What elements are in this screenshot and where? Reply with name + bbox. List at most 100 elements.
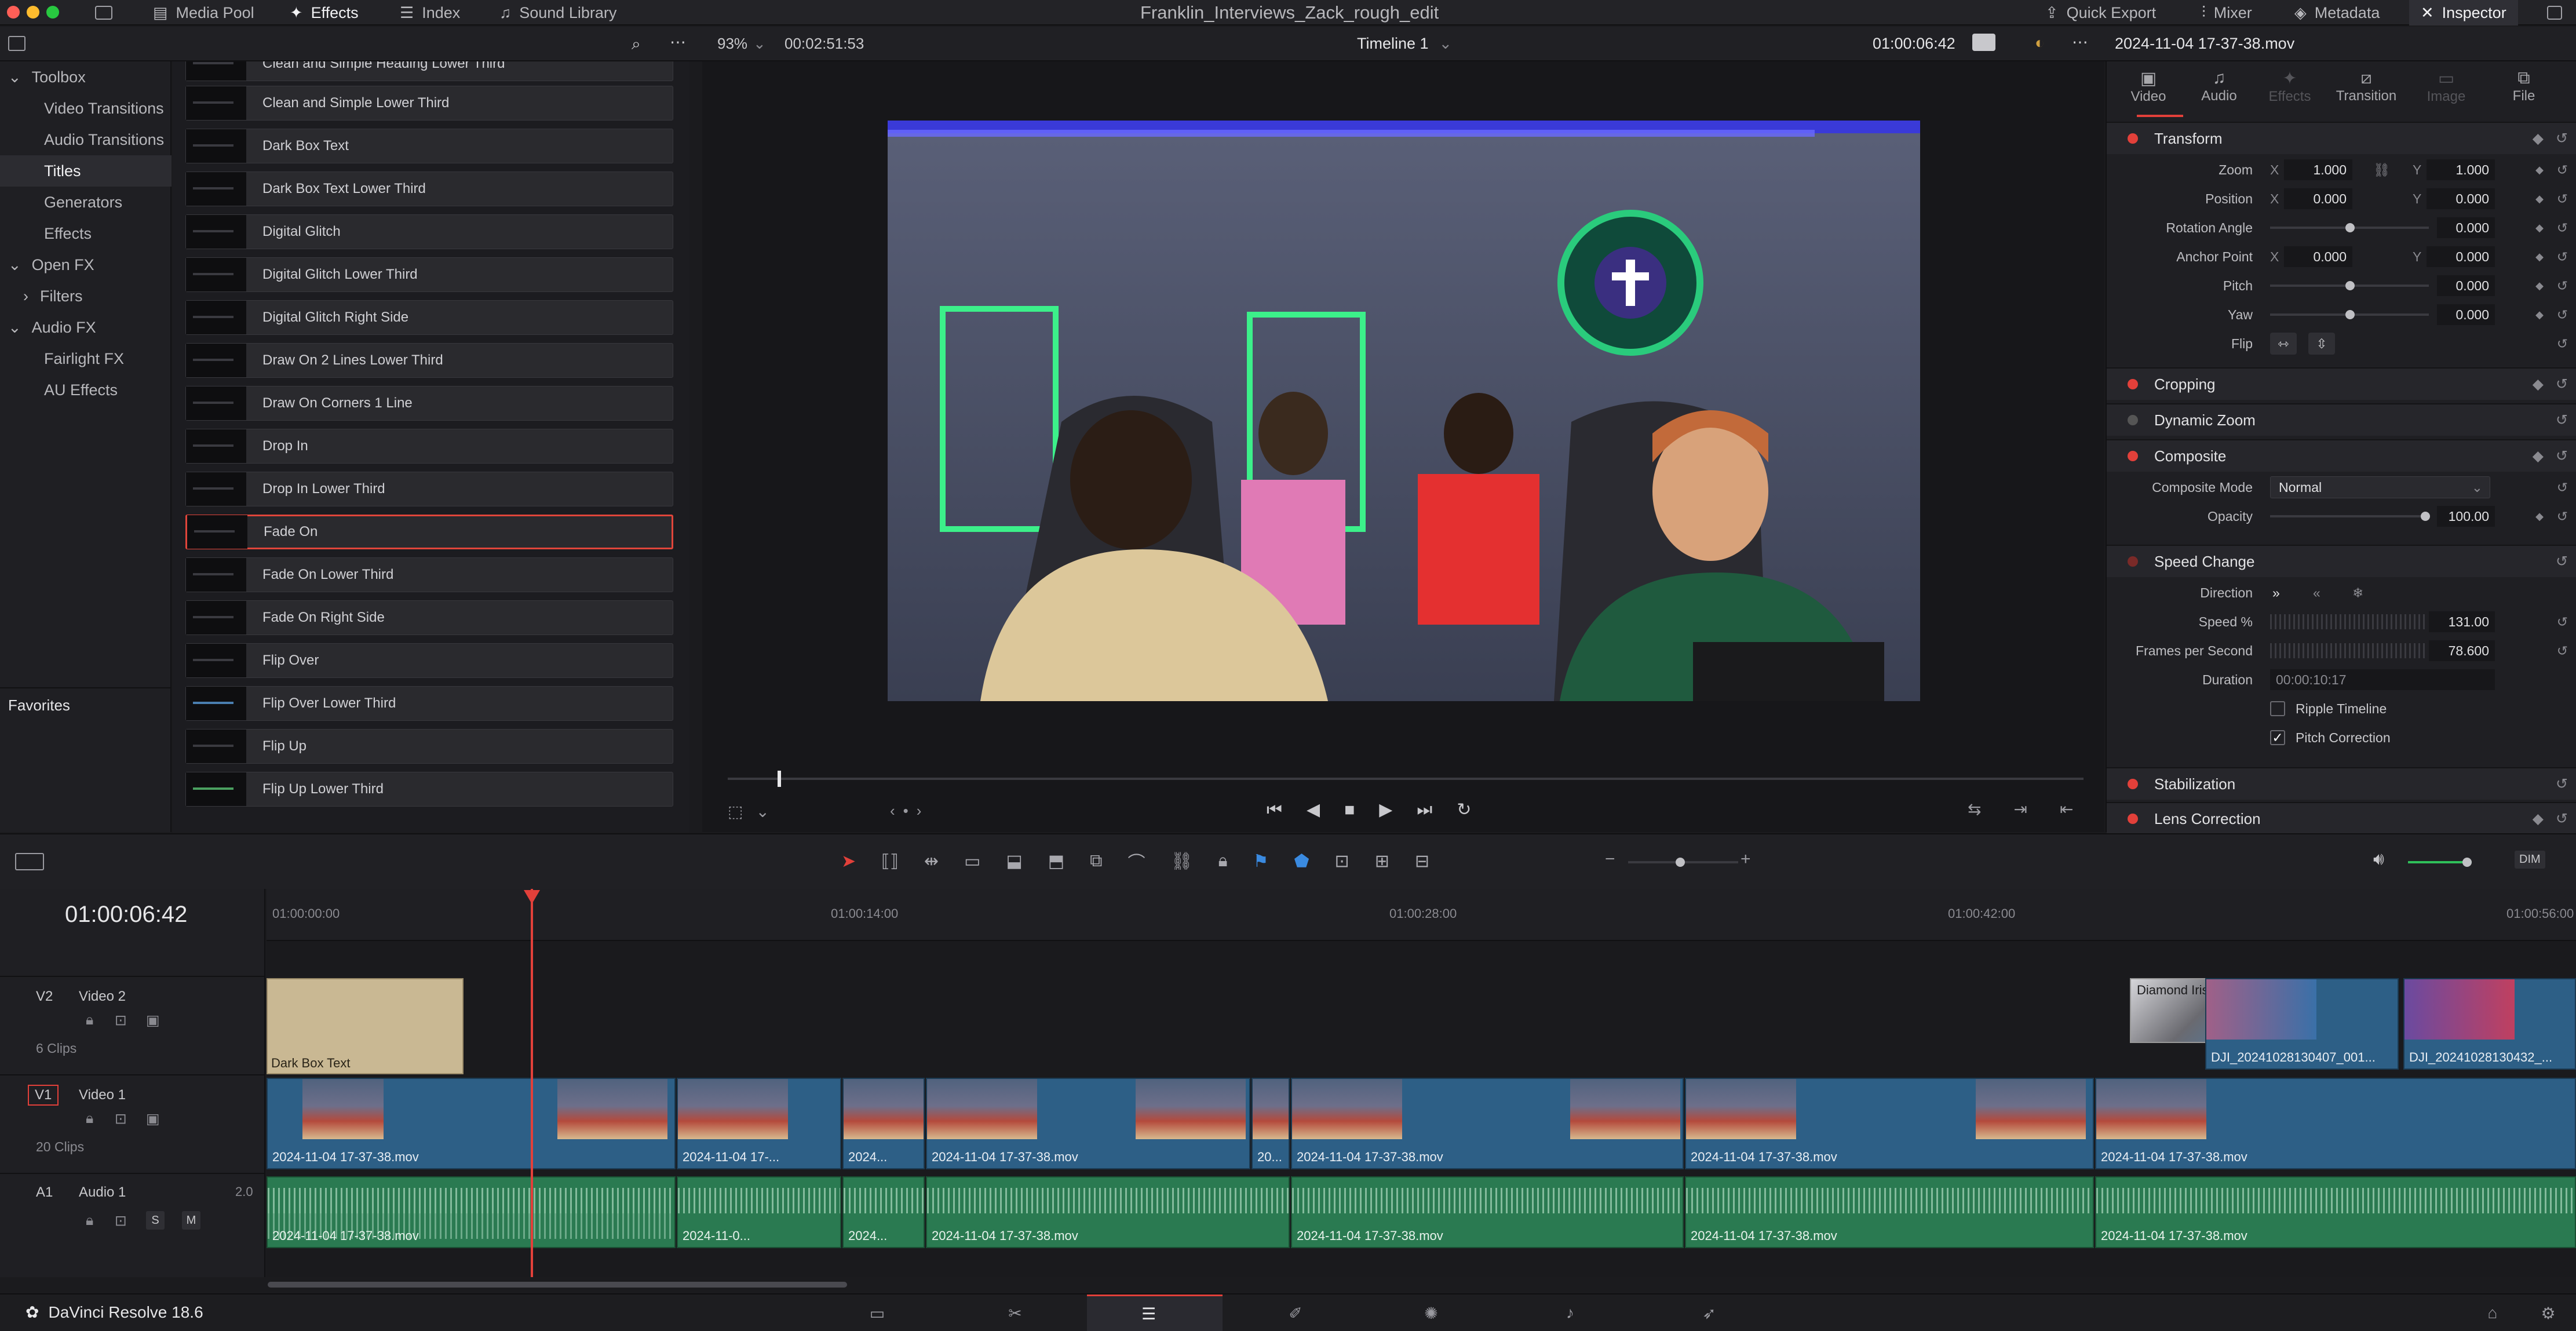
flip-horizontal-button[interactable]: ⇿ bbox=[2270, 333, 2297, 355]
linked-selection-icon[interactable]: ⛓ bbox=[1171, 851, 1193, 871]
chevron-right-icon[interactable]: › bbox=[917, 802, 922, 820]
sound-library-button[interactable]: ♫ Sound Library bbox=[499, 0, 616, 25]
enable-toggle[interactable] bbox=[2128, 556, 2138, 567]
dim-button[interactable]: DIM bbox=[2515, 851, 2545, 869]
video-clip[interactable]: 2024-11-04 17-37-38.mov bbox=[2095, 1078, 2576, 1169]
tree-item-au-effects[interactable]: AU Effects bbox=[0, 374, 172, 406]
stabilization-section-header[interactable]: Stabilization ↺ bbox=[2107, 767, 2576, 800]
previous-edit-icon[interactable]: ⇤ bbox=[2060, 800, 2073, 819]
position-x-field[interactable]: 0.000 bbox=[2284, 188, 2352, 209]
reset-icon[interactable]: ↺ bbox=[2557, 278, 2568, 294]
go-to-end-icon[interactable]: ⏭ bbox=[1417, 800, 1432, 820]
timeline-tracks[interactable]: 01:00:00:00 01:00:14:00 01:00:28:00 01:0… bbox=[267, 889, 2576, 1288]
reset-icon[interactable]: ↺ bbox=[2556, 375, 2568, 393]
tree-item-effects[interactable]: Effects bbox=[0, 218, 172, 249]
tree-item-toolbox[interactable]: ⌄ Toolbox bbox=[0, 61, 172, 93]
ripple-checkbox[interactable] bbox=[2270, 701, 2285, 716]
keyframe-icon[interactable]: ◆ bbox=[2535, 280, 2544, 292]
video-clip[interactable]: 20... bbox=[1251, 1078, 1290, 1169]
color-scope-icon[interactable]: ◐ bbox=[2035, 34, 2045, 52]
rotation-field[interactable]: 0.000 bbox=[2437, 217, 2495, 238]
video-clip[interactable]: 2024-11-04 17-37-38.mov bbox=[1291, 1078, 1684, 1169]
zoom-window-button[interactable] bbox=[46, 6, 59, 19]
workspace-dropdown[interactable] bbox=[95, 0, 112, 25]
reset-icon[interactable]: ↺ bbox=[2557, 480, 2568, 495]
stop-icon[interactable]: ■ bbox=[1344, 800, 1355, 820]
audio-clip[interactable]: 2024-11-04 17-37-38.mov bbox=[926, 1176, 1290, 1248]
lock-icon[interactable]: 🔒︎ bbox=[86, 1110, 93, 1127]
play-icon[interactable]: ▶ bbox=[1379, 800, 1392, 820]
dynamic-zoom-section-header[interactable]: Dynamic Zoom ↺ bbox=[2107, 403, 2576, 436]
zoom-y-field[interactable]: 1.000 bbox=[2427, 159, 2495, 180]
speed-change-section-header[interactable]: Speed Change ↺ bbox=[2107, 545, 2576, 577]
tab-audio[interactable]: ♫ Audio bbox=[2184, 68, 2254, 104]
list-item[interactable]: Draw On 2 Lines Lower Third bbox=[185, 343, 673, 378]
timeline-ruler[interactable]: 01:00:00:00 01:00:14:00 01:00:28:00 01:0… bbox=[267, 889, 2576, 941]
reset-icon[interactable]: ↺ bbox=[2557, 191, 2568, 207]
deliver-page-icon[interactable]: ➶ bbox=[1698, 1304, 1721, 1322]
reset-icon[interactable]: ↺ bbox=[2557, 643, 2568, 659]
reverse-direction-icon[interactable]: « bbox=[2313, 585, 2320, 601]
slider-knob[interactable] bbox=[1676, 858, 1685, 867]
tree-item-titles[interactable]: Titles bbox=[0, 155, 172, 187]
audio-clip[interactable]: 2024... bbox=[842, 1176, 925, 1248]
auto-select-icon[interactable]: ⊡ bbox=[115, 1212, 127, 1230]
list-item[interactable]: Flip Up Lower Third bbox=[185, 772, 673, 807]
color-page-icon[interactable]: ✺ bbox=[1420, 1304, 1443, 1322]
list-item[interactable]: Draw On Corners 1 Line bbox=[185, 386, 673, 421]
fps-jog[interactable] bbox=[2270, 643, 2425, 658]
transform-overlay-icon[interactable]: ⬚ bbox=[728, 802, 743, 821]
dynamic-trim-icon[interactable]: ⇹ bbox=[924, 851, 939, 871]
tree-item-open-fx[interactable]: ⌄ Open FX bbox=[0, 249, 172, 280]
tab-transition[interactable]: ⧄ Transition bbox=[2331, 68, 2401, 104]
enable-toggle[interactable] bbox=[2128, 415, 2138, 425]
enable-toggle[interactable] bbox=[2128, 379, 2138, 389]
track-name[interactable]: Video 2 bbox=[79, 989, 126, 1005]
track-visibility-icon[interactable]: ▣ bbox=[146, 1110, 160, 1128]
flag-icon[interactable]: ⚑ bbox=[1253, 851, 1269, 871]
edit-page-tab[interactable]: ☰ bbox=[1087, 1294, 1223, 1331]
marker-icon[interactable]: ⬟ bbox=[1294, 851, 1309, 871]
composite-section-header[interactable]: Composite ◆ ↺ bbox=[2107, 439, 2576, 472]
zoom-full-icon[interactable]: ⊡ bbox=[1335, 851, 1349, 871]
composite-mode-dropdown[interactable]: Normal ⌄ bbox=[2270, 476, 2490, 498]
reset-icon[interactable]: ↺ bbox=[2557, 614, 2568, 630]
list-item[interactable]: Drop In Lower Third bbox=[185, 472, 673, 506]
speaker-icon[interactable]: 🔊︎ bbox=[2373, 849, 2384, 869]
list-item[interactable]: Fade On Right Side bbox=[185, 600, 673, 635]
auto-select-icon[interactable]: ⊡ bbox=[115, 1012, 127, 1029]
minimize-window-button[interactable] bbox=[27, 6, 39, 19]
tab-video[interactable]: ▣ Video bbox=[2114, 68, 2183, 105]
track-visibility-icon[interactable]: ▣ bbox=[146, 1012, 160, 1029]
zoom-dropdown[interactable]: 93% ⌄ bbox=[717, 35, 766, 53]
zoom-out-icon[interactable]: − bbox=[1605, 849, 1615, 869]
reset-icon[interactable]: ↺ bbox=[2557, 249, 2568, 265]
keyframe-icon[interactable]: ◆ bbox=[2533, 447, 2544, 465]
close-window-button[interactable] bbox=[7, 6, 20, 19]
freeze-frame-icon[interactable]: ❄ bbox=[2352, 585, 2363, 601]
mixer-button[interactable]: ⫶ Mixer bbox=[2202, 0, 2252, 25]
slider-knob[interactable] bbox=[2345, 281, 2355, 290]
forward-direction-icon[interactable]: » bbox=[2272, 585, 2280, 601]
track-name[interactable]: Audio 1 bbox=[79, 1184, 126, 1201]
output-format-icon[interactable] bbox=[1972, 34, 1995, 51]
home-icon[interactable]: ⌂ bbox=[2481, 1304, 2504, 1322]
list-item[interactable]: Flip Over bbox=[185, 643, 673, 678]
reset-icon[interactable]: ↺ bbox=[2556, 411, 2568, 429]
speed-field[interactable]: 131.00 bbox=[2429, 611, 2495, 632]
lens-correction-section-header[interactable]: Lens Correction ◆ ↺ bbox=[2107, 802, 2576, 834]
list-item[interactable]: Drop In bbox=[185, 429, 673, 464]
position-y-field[interactable]: 0.000 bbox=[2427, 188, 2495, 209]
audio-clip[interactable]: 2024-11-0... bbox=[677, 1176, 841, 1248]
enable-toggle[interactable] bbox=[2128, 814, 2138, 824]
insert-clip-icon[interactable]: ⬓ bbox=[1006, 851, 1022, 871]
media-pool-button[interactable]: ▤ Media Pool bbox=[153, 0, 254, 25]
viewer-playhead[interactable] bbox=[778, 771, 781, 787]
list-item[interactable]: Flip Over Lower Third bbox=[185, 686, 673, 721]
flip-vertical-button[interactable]: ⇳ bbox=[2308, 333, 2335, 355]
cut-page-icon[interactable]: ✂ bbox=[1004, 1304, 1027, 1322]
enable-toggle[interactable] bbox=[2128, 779, 2138, 789]
reset-icon[interactable]: ↺ bbox=[2556, 553, 2568, 570]
frame-nav[interactable]: ‹ • › bbox=[890, 802, 921, 820]
tab-effects[interactable]: ✦ Effects bbox=[2255, 68, 2325, 105]
